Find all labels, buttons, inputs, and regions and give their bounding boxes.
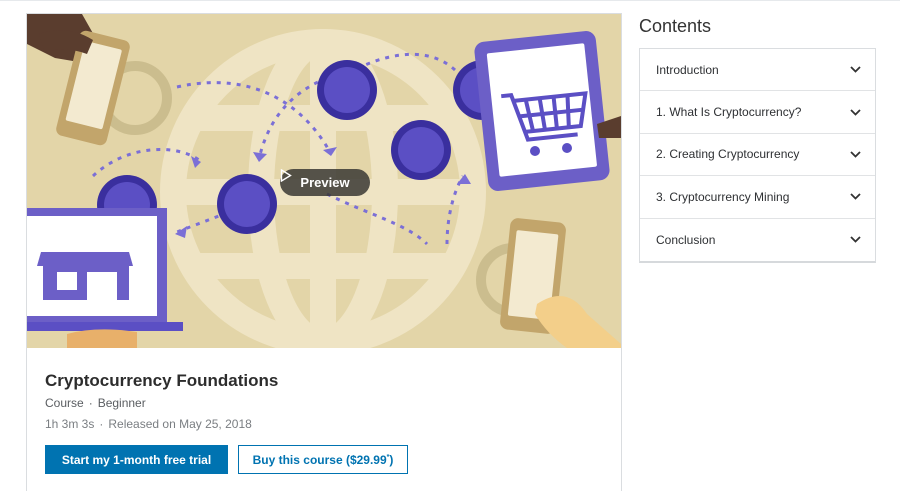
coin-icon bbox=[391, 120, 451, 180]
chevron-down-icon bbox=[850, 108, 861, 116]
course-details: 1h 3m 3s · Released on May 25, 2018 bbox=[45, 416, 605, 432]
toc-item-what-is-cryptocurrency[interactable]: 1. What Is Cryptocurrency? bbox=[640, 91, 875, 134]
chevron-down-icon bbox=[850, 193, 861, 201]
toc-item-cryptocurrency-mining[interactable]: 3. Cryptocurrency Mining bbox=[640, 176, 875, 219]
course-duration: 1h 3m 3s bbox=[45, 417, 95, 431]
buy-course-label-end: ) bbox=[389, 452, 394, 467]
laptop-storefront-icon bbox=[27, 208, 183, 348]
separator-dot: · bbox=[99, 417, 104, 431]
contents-heading: Contents bbox=[639, 16, 712, 36]
course-title: Cryptocurrency Foundations bbox=[45, 371, 279, 390]
course-level: Beginner bbox=[97, 396, 146, 410]
play-icon bbox=[280, 169, 292, 182]
toc-item-label: 2. Creating Cryptocurrency bbox=[656, 147, 800, 162]
course-card: Preview Cryptocurrency Foundations Cours… bbox=[26, 13, 622, 491]
course-release-date: Released on May 25, 2018 bbox=[108, 417, 252, 431]
toc-item-label: 3. Cryptocurrency Mining bbox=[656, 189, 790, 204]
coin-icon bbox=[317, 60, 377, 120]
buy-course-label: Buy this course ($29.99 bbox=[252, 452, 387, 467]
top-rule bbox=[0, 0, 900, 1]
course-hero-image[interactable]: Preview bbox=[27, 14, 621, 348]
preview-label: Preview bbox=[300, 175, 350, 190]
course-type: Course bbox=[45, 396, 84, 410]
toc-item-introduction[interactable]: Introduction bbox=[640, 49, 875, 92]
chevron-down-icon bbox=[850, 236, 861, 244]
buy-course-button[interactable]: Buy this course ($29.99*) bbox=[238, 445, 408, 474]
table-of-contents: Introduction 1. What Is Cryptocurrency? … bbox=[639, 48, 876, 263]
toc-item-label: 1. What Is Cryptocurrency? bbox=[656, 105, 802, 120]
toc-item-label: Conclusion bbox=[656, 232, 716, 247]
chevron-down-icon bbox=[850, 151, 861, 158]
free-trial-button[interactable]: Start my 1-month free trial bbox=[45, 445, 228, 474]
toc-item-creating-cryptocurrency[interactable]: 2. Creating Cryptocurrency bbox=[640, 134, 875, 177]
toc-item-conclusion[interactable]: Conclusion bbox=[640, 219, 875, 261]
chevron-down-icon bbox=[850, 66, 861, 73]
course-info: Cryptocurrency Foundations Course · Beginn… bbox=[45, 370, 605, 432]
separator-dot: · bbox=[88, 396, 93, 410]
course-meta: Course · Beginner bbox=[45, 395, 605, 411]
coin-icon bbox=[217, 174, 277, 234]
preview-button[interactable]: Preview bbox=[280, 169, 370, 196]
action-buttons: Start my 1-month free trial Buy this cou… bbox=[45, 445, 408, 474]
toc-item-label: Introduction bbox=[656, 62, 719, 77]
